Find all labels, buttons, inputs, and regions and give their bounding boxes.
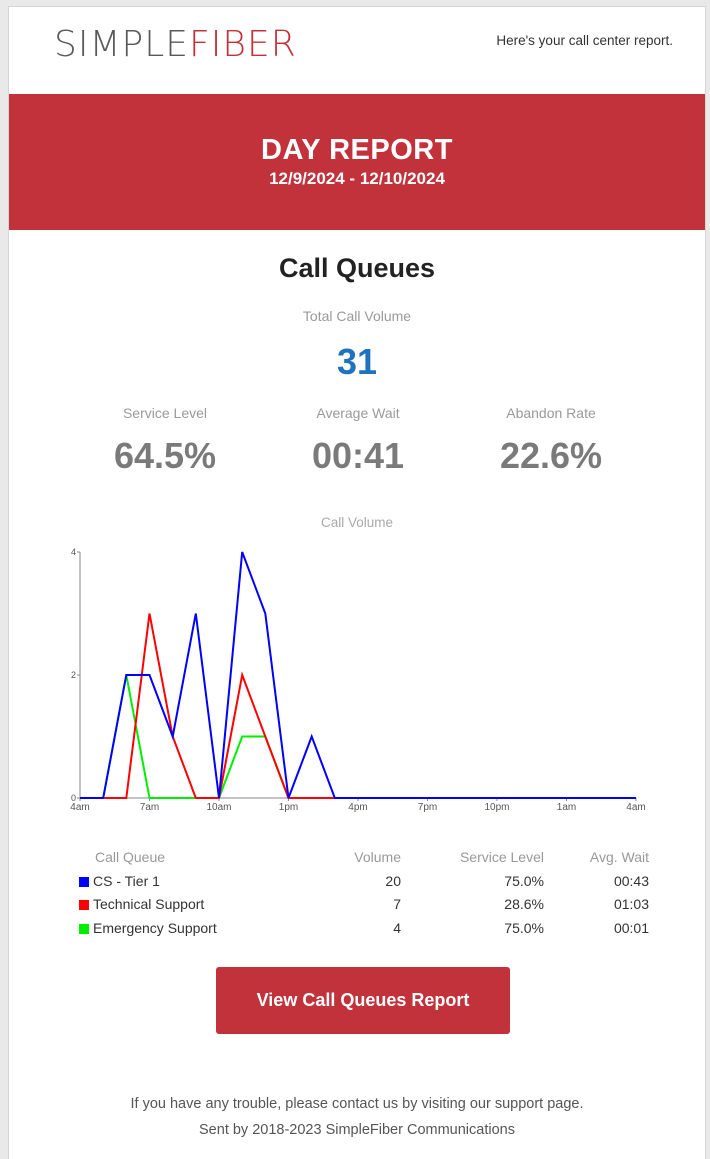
service-level-cell: 75.0%	[504, 872, 544, 889]
avg-wait-cell: 00:43	[613, 872, 649, 889]
queue-name: Technical Support	[93, 896, 205, 912]
table-row: Technical Support 7 28.6% 01:03	[79, 896, 649, 920]
x-tick-label: 10pm	[484, 802, 509, 813]
volume-cell: 7	[393, 896, 401, 912]
queue-name: Emergency Support	[93, 919, 217, 936]
x-tick-label: 1am	[557, 802, 576, 813]
volume-cell: 20	[385, 872, 401, 889]
x-tick-label: 4am	[626, 802, 645, 813]
report-banner: DAY REPORT 12/9/2024 - 12/10/2024	[9, 94, 705, 230]
x-tick-label: 7am	[140, 802, 159, 813]
header-service-level: Service Level	[459, 849, 544, 865]
header-avg-wait: Avg. Wait	[589, 849, 649, 865]
brand-logo: SIMPLEFIBER	[54, 24, 297, 65]
view-call-queues-report-button[interactable]: View Call Queues Report	[216, 967, 510, 1034]
legend-swatch	[79, 900, 89, 910]
tagline: Here's your call center report.	[496, 33, 673, 48]
footer-copyright: Sent by 2018-2023 SimpleFiber Communicat…	[199, 1122, 515, 1138]
banner-title: DAY REPORT	[261, 134, 453, 166]
table-row: Emergency Support 4 75.0% 00:01	[79, 920, 649, 944]
queue-name-cell: CS - Tier 1	[79, 873, 160, 889]
queue-name-cell: Emergency Support	[79, 920, 217, 936]
y-tick-label: 4	[71, 547, 76, 557]
service-level-value: 64.5%	[113, 435, 217, 476]
legend-swatch	[79, 923, 89, 934]
average-wait-label: Average Wait	[316, 405, 400, 421]
call-volume-chart: 0244am 7am 10am 1pm 4pm 7pm 10pm 1am 4am	[70, 547, 645, 813]
series-line-technical-support	[80, 613, 636, 799]
queue-name-cell: Technical Support	[79, 896, 204, 912]
service-level-cell: 28.6%	[504, 896, 544, 912]
avg-wait-cell: 01:03	[613, 896, 649, 912]
x-tick-label: 7pm	[418, 802, 437, 813]
legend-swatch	[79, 876, 89, 887]
brand-logo-part2: FIBER	[189, 24, 297, 65]
average-wait-value: 00:41	[311, 435, 405, 476]
y-tick-label: 2	[71, 670, 76, 680]
abandon-rate-value: 22.6%	[499, 435, 603, 476]
x-tick-label: 4pm	[348, 802, 367, 813]
service-level-cell: 75.0%	[504, 919, 544, 936]
avg-wait-cell: 00:01	[613, 919, 649, 936]
volume-cell: 4	[393, 919, 401, 936]
table-row: CS - Tier 1 20 75.0% 00:43	[79, 873, 649, 897]
queue-table: Call Queue Volume Service Level Avg. Wai…	[79, 849, 649, 943]
series-line-cs-tier-1	[80, 551, 636, 799]
header-volume: Volume	[354, 849, 401, 865]
queue-name: CS - Tier 1	[93, 872, 160, 889]
banner-date-range: 12/9/2024 - 12/10/2024	[269, 169, 445, 188]
header-call-queue: Call Queue	[95, 849, 166, 865]
footer-support-text: If you have any trouble, please contact …	[130, 1096, 584, 1112]
header: SIMPLEFIBER Here's your call center repo…	[9, 7, 705, 93]
total-call-volume-value: 31	[336, 341, 378, 382]
total-call-volume-label: Total Call Volume	[302, 308, 412, 324]
x-tick-label: 10am	[206, 802, 231, 813]
x-tick-label: 1pm	[279, 802, 298, 813]
service-level-label: Service Level	[122, 405, 208, 421]
email-body: SIMPLEFIBER Here's your call center repo…	[8, 6, 706, 1159]
abandon-rate-label: Abandon Rate	[506, 405, 596, 421]
brand-logo-part1: SIMPLE	[54, 24, 190, 65]
series-line-emergency-support	[80, 674, 636, 799]
x-tick-label: 4am	[70, 802, 89, 813]
table-header-row: Call Queue Volume Service Level Avg. Wai…	[79, 849, 649, 873]
section-title: Call Queues	[278, 253, 436, 283]
